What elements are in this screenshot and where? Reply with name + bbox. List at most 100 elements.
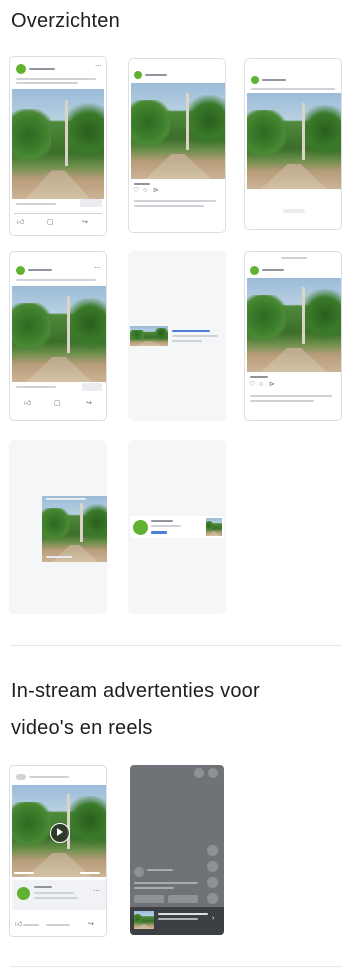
text-line — [134, 200, 216, 202]
avatar — [133, 520, 148, 535]
like-icon — [207, 845, 218, 856]
cta-button[interactable] — [283, 209, 305, 213]
more-icon: ⋯ — [94, 265, 101, 272]
ad-image — [130, 326, 168, 346]
text-line — [16, 82, 78, 84]
ad-image — [42, 496, 107, 562]
cta-button[interactable] — [168, 895, 198, 903]
avatar — [251, 76, 259, 84]
thumbs-up-icon: 👍︎ — [17, 219, 25, 226]
preview-card-reels-overlay[interactable]: › — [130, 765, 224, 935]
text-line — [151, 525, 181, 527]
section-title-overviews: Overzichten — [11, 10, 120, 32]
text-line — [147, 869, 173, 871]
video-progress — [14, 872, 34, 874]
settings-icon — [208, 768, 218, 778]
text-line — [134, 882, 198, 884]
share-icon: ⊳ — [269, 381, 275, 388]
more-icon: ⋯ — [93, 888, 100, 895]
text-line — [250, 376, 268, 378]
text-line — [158, 918, 198, 920]
share-icon: ↪ — [86, 400, 92, 407]
share-icon: ↪ — [82, 219, 88, 226]
text-line — [251, 88, 335, 90]
text-line — [29, 776, 69, 778]
preview-card-feed-4[interactable]: ⋯ 👍︎ ▢ ↪ — [9, 251, 107, 421]
heart-icon: ♡ — [249, 381, 256, 388]
text-line — [34, 892, 74, 894]
cta-button[interactable] — [134, 895, 164, 903]
comment-icon: ▢ — [54, 400, 61, 407]
page-name-placeholder — [34, 886, 52, 888]
comment-icon: ▢ — [47, 219, 54, 226]
text-line — [158, 913, 208, 915]
comment-icon: ○ — [143, 187, 148, 194]
share-icon — [207, 877, 218, 888]
page-name-placeholder — [145, 74, 167, 76]
avatar — [134, 867, 144, 877]
text-line — [172, 340, 202, 342]
preview-card-feed-selected[interactable]: ⋯ 👍︎ ▢ ↪ — [9, 56, 107, 236]
ad-image-thumbnail — [134, 911, 154, 929]
text-line — [46, 924, 70, 926]
page-name-placeholder — [262, 269, 284, 271]
section-divider — [10, 645, 342, 646]
preview-card-right-column[interactable] — [128, 251, 226, 421]
text-line — [34, 897, 78, 899]
video-time — [80, 872, 100, 874]
ad-image — [247, 278, 341, 372]
text-line — [16, 386, 56, 388]
section-title-instream-line2: video's en reels — [11, 717, 153, 739]
ad-image — [12, 286, 106, 382]
chevron-right-icon: › — [212, 915, 215, 922]
text-line — [16, 78, 96, 80]
heart-icon: ♡ — [133, 187, 140, 194]
avatar — [17, 887, 30, 900]
preview-card-feed-2[interactable]: ♡ ○ ⊳ — [128, 58, 226, 233]
progress-bar — [46, 498, 86, 500]
thumbs-up-icon: 👍︎ — [15, 921, 23, 928]
more-icon — [207, 893, 218, 904]
text-line — [134, 205, 204, 207]
text-line — [16, 279, 96, 281]
preview-card-search-results[interactable] — [128, 440, 226, 614]
text-line — [134, 887, 174, 889]
text-line — [172, 335, 218, 337]
comment-icon — [207, 861, 218, 872]
page-name-placeholder — [151, 520, 173, 522]
avatar — [16, 64, 26, 74]
ad-image-thumbnail — [206, 518, 222, 536]
preview-card-stories[interactable] — [9, 440, 107, 614]
cta-button[interactable] — [82, 383, 102, 391]
text-line — [23, 924, 39, 926]
page-name-placeholder — [28, 269, 52, 271]
page-name-placeholder — [29, 68, 55, 70]
link-line — [151, 531, 167, 534]
headline-line — [172, 330, 210, 332]
play-triangle — [57, 828, 63, 836]
ad-image — [12, 89, 104, 199]
preview-card-feed-3[interactable] — [244, 58, 342, 230]
section-title-instream-line1: In-stream advertenties voor — [11, 680, 260, 702]
text-line — [250, 400, 314, 402]
camera-icon — [194, 768, 204, 778]
more-icon: ⋯ — [95, 63, 102, 70]
avatar — [134, 71, 142, 79]
avatar — [250, 266, 259, 275]
share-icon: ⊳ — [153, 187, 159, 194]
comment-icon: ○ — [259, 381, 264, 388]
preview-card-instream-video[interactable]: ⋯ 👍︎ ↪ — [9, 765, 107, 937]
cta-button[interactable] — [80, 199, 102, 207]
avatar-placeholder — [16, 774, 26, 780]
text-line — [16, 203, 56, 205]
text-line — [134, 183, 150, 185]
section-divider-bottom — [10, 966, 342, 967]
ad-image — [131, 83, 225, 179]
divider — [14, 213, 102, 214]
text-line — [281, 257, 307, 259]
preview-card-feed-6[interactable]: ♡ ○ ⊳ — [244, 251, 342, 421]
page-name-placeholder — [262, 79, 286, 81]
ad-image — [247, 93, 341, 189]
share-icon: ↪ — [88, 921, 94, 928]
avatar — [16, 266, 25, 275]
